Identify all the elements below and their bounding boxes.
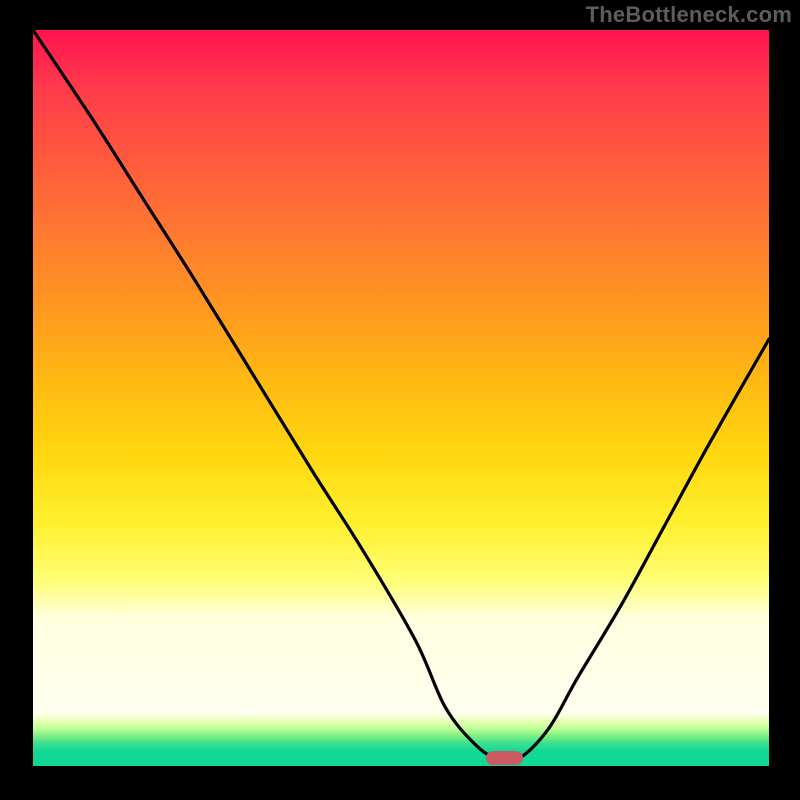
bottleneck-curve [33, 30, 769, 766]
chart-frame: TheBottleneck.com [0, 0, 800, 800]
optimum-marker [486, 751, 523, 765]
watermark-text: TheBottleneck.com [586, 2, 792, 28]
curve-path [33, 30, 769, 761]
plot-area [33, 30, 769, 766]
